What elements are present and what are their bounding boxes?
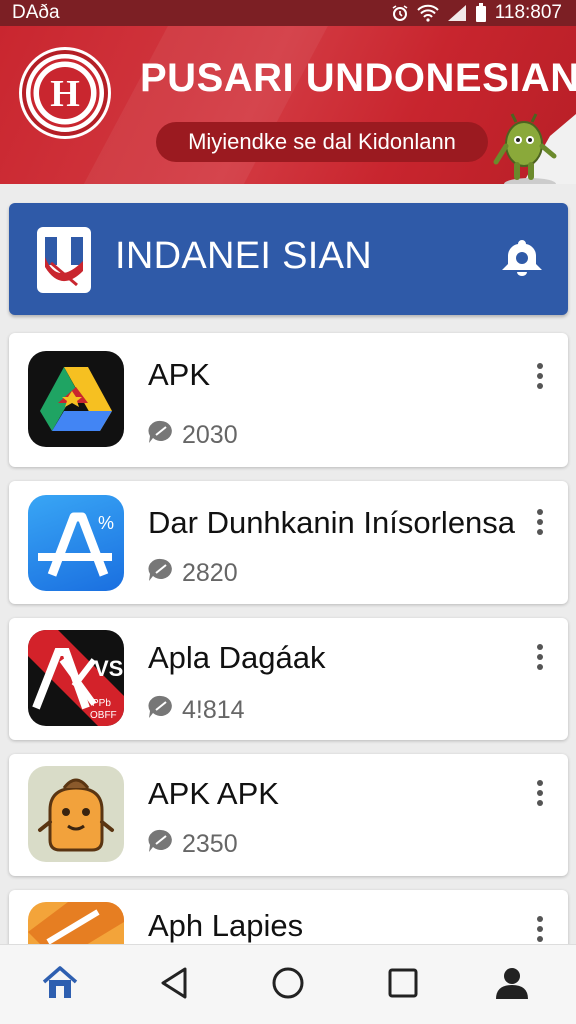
app-name: Dar Dunhkanin Inísorlensa — [148, 505, 516, 540]
profile-icon — [494, 965, 530, 1006]
bell-icon — [500, 236, 544, 281]
alarm-icon — [391, 4, 409, 22]
app-count: 2820 — [182, 559, 238, 587]
banner-subtitle[interactable]: Miyiendke se dal Kidonlann — [156, 122, 488, 162]
nav-home-circle-button[interactable] — [266, 963, 310, 1007]
more-options-button[interactable] — [527, 776, 553, 810]
app-name: Apla Dagáak — [148, 640, 326, 675]
android-mascot-icon — [490, 96, 576, 184]
logo-letter: H — [50, 73, 80, 115]
more-options-button[interactable] — [527, 359, 553, 393]
more-options-button[interactable] — [527, 912, 553, 946]
carrier-label: DAða — [12, 2, 60, 23]
nav-profile-button[interactable] — [490, 963, 534, 1007]
nav-back-button[interactable] — [152, 963, 196, 1007]
app-name: Aph Lapies — [148, 908, 304, 943]
svg-text:OBFF: OBFF — [90, 710, 117, 721]
app-name: APK — [148, 357, 211, 392]
promo-banner[interactable]: H PUSARI UNDONESIAN Miyiendke se dal Kid… — [0, 26, 576, 184]
nav-recents-button[interactable] — [381, 963, 425, 1007]
wifi-icon — [417, 4, 439, 22]
more-options-button[interactable] — [527, 505, 553, 539]
recents-icon — [387, 967, 419, 1004]
back-icon — [159, 966, 189, 1005]
app-count: 4!814 — [182, 696, 245, 724]
section-header: INDANEI SIAN — [9, 203, 568, 315]
app-count: 2030 — [182, 421, 238, 449]
icon-text: VS — [94, 656, 123, 681]
clock-label: 118:807 — [494, 2, 562, 23]
bottom-navigation — [0, 944, 576, 1024]
svg-text:%: % — [98, 513, 114, 533]
mascot-app-icon — [28, 766, 124, 862]
nav-home-button[interactable] — [38, 963, 82, 1007]
comment-icon — [148, 557, 174, 590]
comment-icon — [148, 419, 174, 452]
home-icon — [42, 965, 78, 1005]
list-item[interactable]: % Dar Dunhkanin Inísorlensa 2820 — [9, 481, 568, 604]
header-logo — [37, 227, 91, 293]
banner-title: PUSARI UNDONESIAN — [140, 56, 576, 100]
drive-app-icon — [28, 351, 124, 447]
home-circle-icon — [271, 966, 305, 1005]
list-item[interactable]: APK APK 2350 — [9, 754, 568, 876]
comment-icon — [148, 828, 174, 861]
app-name: APK APK — [148, 776, 279, 811]
list-item[interactable]: APK 2030 — [9, 333, 568, 467]
header-title: INDANEI SIAN — [115, 235, 372, 277]
svg-text:PPb: PPb — [92, 698, 111, 709]
more-options-button[interactable] — [527, 640, 553, 674]
list-item[interactable]: VS PPb OBFF Apla Dagáak 4!814 — [9, 618, 568, 740]
app-count: 2350 — [182, 830, 238, 858]
signal-icon — [447, 4, 467, 22]
brand-logo: H — [22, 50, 108, 136]
notification-button[interactable] — [499, 235, 545, 281]
app-store-icon: % — [28, 495, 124, 591]
battery-icon — [475, 3, 487, 23]
status-bar: DAða 118:807 — [0, 0, 576, 26]
ax-app-icon: VS PPb OBFF — [28, 630, 124, 726]
comment-icon — [148, 694, 174, 727]
